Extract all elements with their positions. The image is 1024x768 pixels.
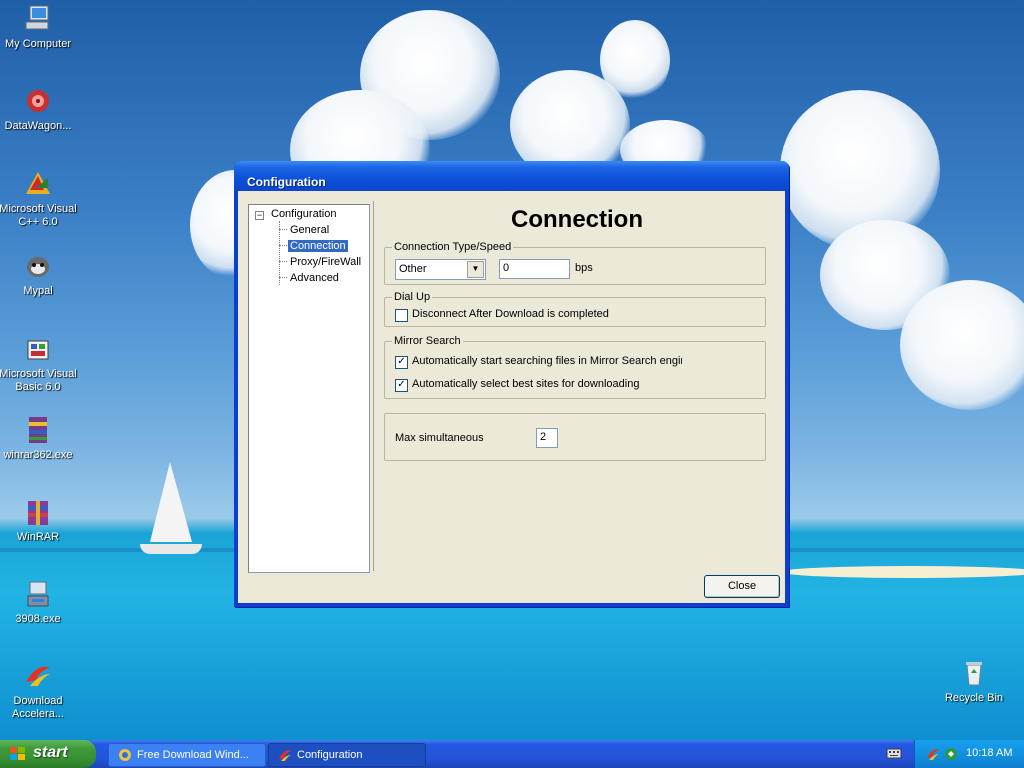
download-accelerator-icon (26, 666, 50, 686)
mirror-search-group: Mirror Search ✓ Automatically start sear… (384, 335, 766, 399)
taskbar-item-label: Configuration (297, 749, 363, 761)
desktop-icon-label: Recycle Bin (944, 692, 1004, 704)
download-accelerator-tray-icon[interactable] (925, 746, 941, 762)
taskbar-item-free-download[interactable]: Free Download Wind... (108, 743, 266, 767)
desktop-icon-3908-exe[interactable]: 3908.exe (0, 578, 78, 626)
windows-flag-icon (10, 747, 25, 760)
start-label: start (33, 744, 68, 761)
desktop-icon-datawagon[interactable]: DataWagon... (0, 85, 78, 133)
winrar-archive-icon (29, 417, 47, 443)
panel-title: Connection (511, 206, 643, 233)
connection-type-group: Connection Type/Speed Other ▼ 0 bps (384, 241, 766, 285)
max-simultaneous-group: Max simultaneous 2 (384, 413, 766, 461)
desktop-icon-label: My Computer (4, 38, 72, 50)
mypal-icon (27, 257, 49, 277)
browser-window-icon (119, 749, 131, 761)
group-legend: Connection Type/Speed (392, 241, 514, 253)
visual-basic-icon (27, 340, 49, 360)
group-legend: Dial Up (392, 291, 433, 303)
desktop-icon-winrar[interactable]: WinRAR (0, 496, 78, 544)
visual-cpp-icon (26, 172, 50, 194)
checkbox-label[interactable]: Automatically select best sites for down… (412, 378, 639, 390)
desktop-icon-label: 3908.exe (15, 613, 61, 625)
system-clock[interactable]: 10:18 AM (966, 747, 1012, 759)
taskbar-item-configuration[interactable]: Configuration (268, 743, 426, 767)
download-accelerator-icon (279, 750, 291, 761)
system-tray: 10:18 AM (914, 740, 1024, 768)
config-tree-view[interactable]: − Configuration General Connection Proxy… (248, 204, 370, 573)
dial-up-group: Dial Up Disconnect After Download is com… (384, 291, 766, 327)
desktop-icon-visual-basic[interactable]: Microsoft Visual Basic 6.0 (0, 333, 78, 394)
max-simultaneous-label: Max simultaneous (395, 432, 484, 444)
tree-line (279, 245, 287, 246)
taskbar: start Free Download Wind... Configuratio… (0, 740, 1024, 768)
desktop-icon-my-computer[interactable]: My Computer (0, 3, 78, 51)
window-titlebar[interactable]: Configuration (234, 161, 789, 191)
checkbox-label[interactable]: Automatically start searching files in M… (412, 355, 682, 367)
chevron-down-icon[interactable]: ▼ (467, 261, 484, 278)
tree-node-proxy-firewall[interactable]: Proxy/FireWall (290, 256, 361, 268)
desktop-icon-label: WinRAR (16, 531, 60, 543)
desktop-icon-label: Microsoft Visual Basic 6.0 (0, 368, 77, 393)
start-button[interactable]: start (0, 740, 96, 768)
max-simultaneous-input[interactable]: 2 (536, 428, 558, 448)
checkbox-label[interactable]: Disconnect After Download is completed (412, 308, 609, 320)
tree-line (279, 261, 287, 262)
auto-select-checkbox[interactable]: ✓ (395, 379, 408, 392)
winrar-icon (28, 501, 48, 525)
desktop-icon-mypal[interactable]: Mypal (0, 250, 78, 298)
speed-value: 0 (503, 262, 510, 274)
window-body: − Configuration General Connection Proxy… (238, 191, 785, 603)
taskbar-item-label: Free Download Wind... (137, 749, 249, 761)
cloud (900, 280, 1024, 410)
group-legend: Mirror Search (392, 335, 463, 347)
sailboat-sail (150, 462, 192, 542)
cloud (600, 20, 670, 100)
desktop-icon-download-accelerator[interactable]: Download Accelera... (0, 660, 78, 721)
tree-line (279, 221, 280, 285)
speed-input[interactable]: 0 (499, 259, 570, 279)
tree-line (279, 277, 287, 278)
close-button[interactable]: Close (704, 575, 780, 598)
tree-node-advanced[interactable]: Advanced (290, 272, 339, 284)
sand-bar (780, 566, 1024, 578)
desktop-icon-label: Download Accelera... (12, 695, 64, 720)
collapse-icon[interactable]: − (255, 211, 264, 220)
desktop-icon-label: Mypal (23, 285, 53, 297)
tree-node-connection[interactable]: Connection (288, 240, 348, 252)
desktop-icon-label: Microsoft Visual C++ 6.0 (0, 203, 77, 228)
max-simultaneous-value: 2 (540, 431, 547, 443)
dropdown-value: Other (399, 263, 427, 275)
computer-icon (25, 5, 49, 30)
datawagon-icon (27, 90, 49, 112)
desktop-icon-label: winrar362.exe (3, 449, 73, 461)
keyboard-icon[interactable] (886, 746, 902, 760)
recycle-bin-icon (966, 662, 982, 686)
auto-search-checkbox[interactable]: ✓ (395, 356, 408, 369)
sailboat-hull (140, 544, 202, 554)
tree-node-general[interactable]: General (290, 224, 329, 236)
desktop-icon-visual-cpp[interactable]: Microsoft Visual C++ 6.0 (0, 168, 78, 229)
desktop-icon-winrar362[interactable]: winrar362.exe (0, 414, 78, 462)
window-title: Configuration (247, 175, 326, 189)
desktop-icon-label: DataWagon... (4, 120, 72, 132)
desktop-icon-recycle-bin[interactable]: Recycle Bin (934, 657, 1014, 705)
disconnect-after-download-checkbox[interactable] (395, 309, 408, 322)
configuration-window: Configuration − Configuration General Co… (234, 161, 789, 607)
tree-node-configuration[interactable]: Configuration (271, 208, 336, 220)
tree-line (279, 229, 287, 230)
network-tray-icon[interactable] (943, 746, 959, 762)
settings-panel: Connection Connection Type/Speed Other ▼… (373, 201, 780, 571)
connection-type-dropdown[interactable]: Other ▼ (395, 259, 486, 280)
installer-icon (27, 581, 49, 607)
speed-unit-label: bps (575, 262, 593, 274)
